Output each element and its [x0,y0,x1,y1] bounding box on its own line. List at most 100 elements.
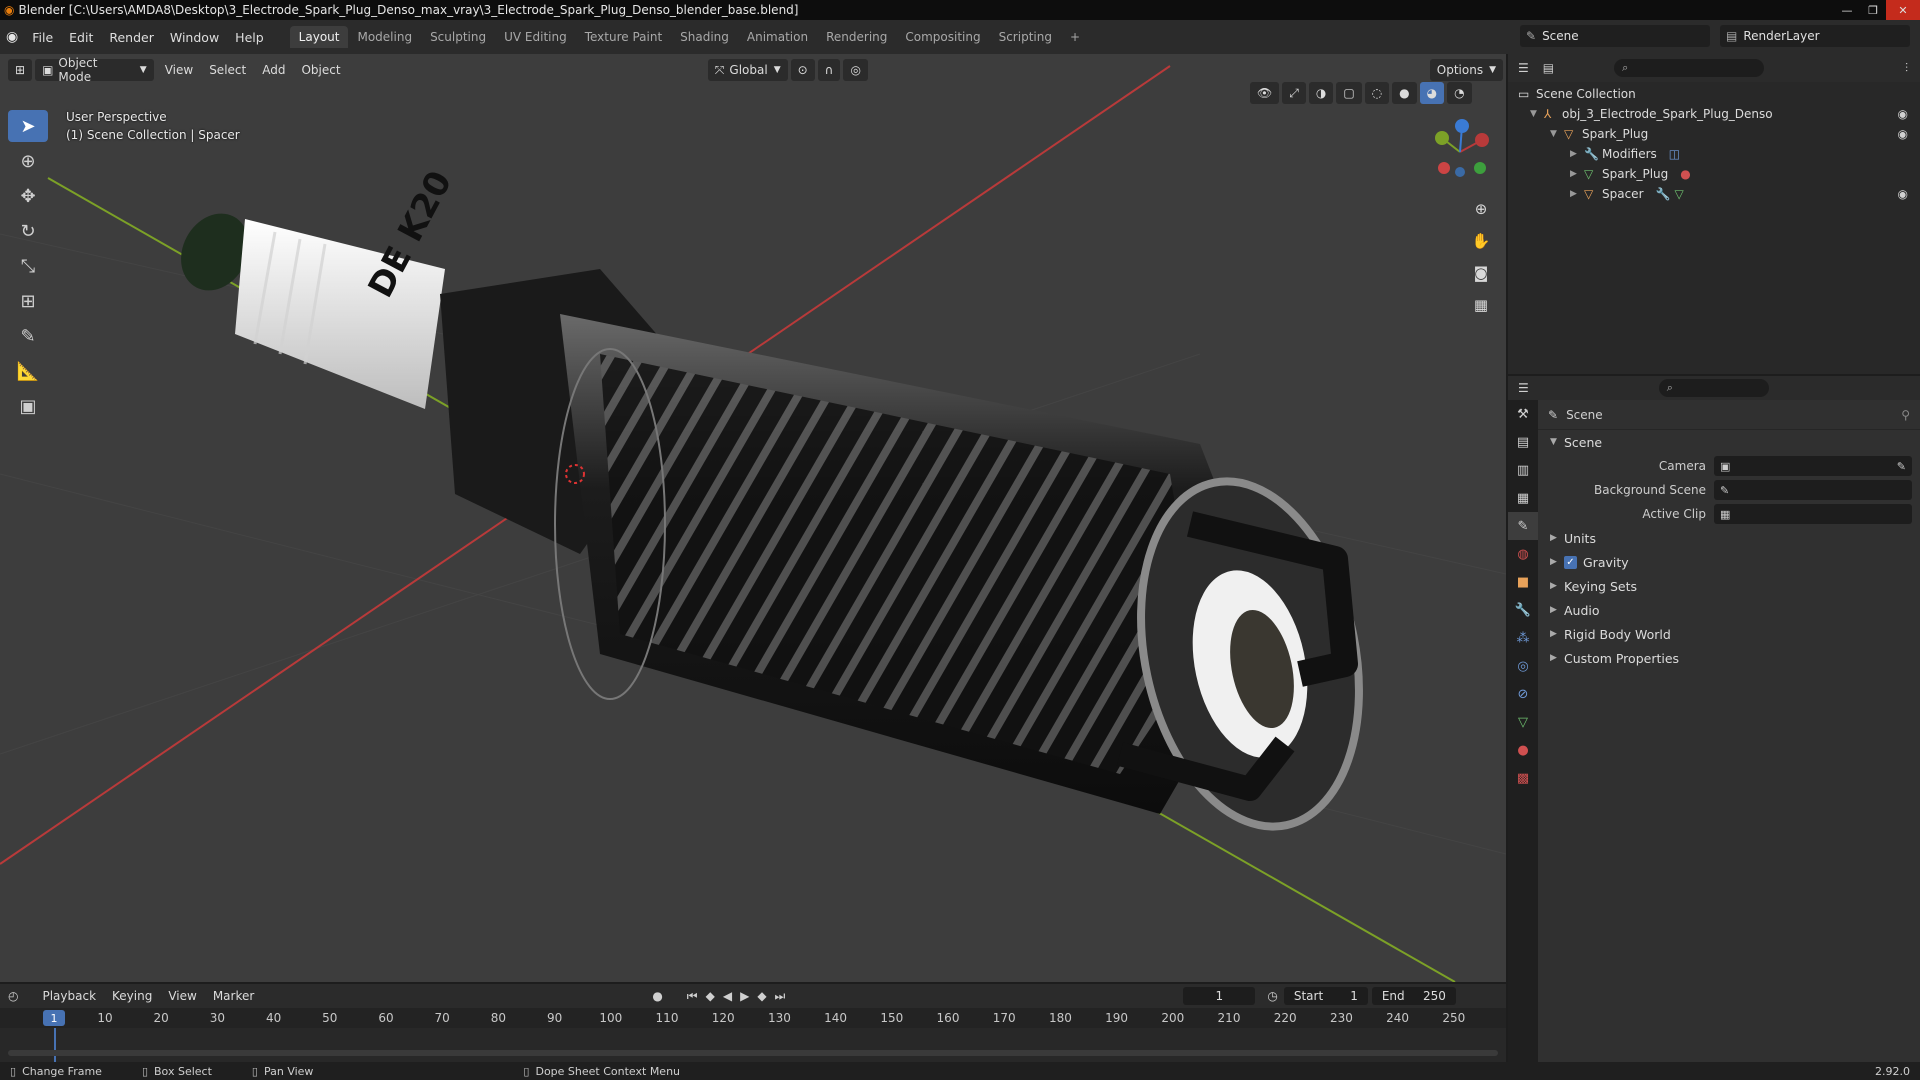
tab-physics[interactable]: ◎ [1508,652,1538,680]
panel-custom-properties[interactable]: ▶ Custom Properties [1538,646,1920,670]
tab-layout[interactable]: Layout [289,26,349,48]
tab-rendering[interactable]: Rendering [817,26,896,48]
collapse-icon[interactable]: ▶ [1570,169,1584,179]
timeline-menu-marker[interactable]: Marker [205,985,262,1007]
tab-render[interactable]: ▤ [1508,428,1538,456]
jump-start-icon[interactable]: ⏮ [687,989,698,1004]
3d-viewport[interactable]: DE K20 ⊞ ▣ Object Mode ▼ View Select Add… [0,54,1506,982]
viewport-menu-select[interactable]: Select [201,59,254,81]
menu-help[interactable]: Help [227,25,272,49]
z-axis-icon[interactable] [1455,119,1469,133]
panel-scene-header[interactable]: ▼ Scene [1538,430,1920,454]
end-frame-field[interactable]: End 250 [1371,987,1456,1005]
prev-keyframe-icon[interactable]: ◆ [706,989,715,1003]
tab-view-layer[interactable]: ▦ [1508,484,1538,512]
outliner-row-scene-collection[interactable]: ▭ Scene Collection [1508,84,1920,104]
record-icon[interactable]: ● [652,989,662,1003]
editor-type-button[interactable]: ⊞ [8,59,33,81]
panel-rigid-body-world[interactable]: ▶ Rigid Body World [1538,622,1920,646]
camera-view-button[interactable]: ◙ [1466,258,1496,288]
y-axis-icon[interactable] [1435,131,1449,145]
scene-selector[interactable]: ✎ Scene [1520,25,1710,47]
eye-icon[interactable]: ◉ [1898,107,1908,121]
shading-material-button[interactable]: ◕ [1419,82,1445,104]
timeline-menu-playback[interactable]: Playback [34,985,104,1007]
gizmo-toggle-button[interactable]: ⤢ [1282,82,1306,104]
clock-icon[interactable]: ◷ [1267,989,1277,1003]
tab-modeling[interactable]: Modeling [348,26,421,48]
outliner-row-spacer[interactable]: ▶ ▽ Spacer 🔧 ▽ ◉ [1508,184,1920,204]
measure-tool[interactable]: 📐 [8,355,48,387]
xray-toggle-button[interactable]: ▢ [1336,82,1362,104]
rotate-tool[interactable]: ↻ [8,215,48,247]
panel-units[interactable]: ▶ Units [1538,526,1920,550]
menu-edit[interactable]: Edit [61,25,101,49]
eye-icon[interactable]: ◉ [1898,187,1908,201]
outliner-row-spark-plug[interactable]: ▼ ▽ Spark_Plug ◉ [1508,124,1920,144]
select-box-tool[interactable]: ➤ [8,110,48,142]
tab-scene[interactable]: ✎ [1508,512,1538,540]
tab-world[interactable]: ◍ [1508,540,1538,568]
timeline-menu-view[interactable]: View [160,985,204,1007]
expand-icon[interactable]: ▼ [1530,109,1544,119]
gravity-checkbox[interactable]: ✓ [1564,555,1577,569]
tab-sculpting[interactable]: Sculpting [421,26,495,48]
add-workspace-icon[interactable]: + [1061,26,1089,48]
tab-scripting[interactable]: Scripting [990,26,1061,48]
zoom-button[interactable]: ⊕ [1466,194,1496,224]
timeline-scrollbar[interactable] [8,1050,1498,1056]
menu-window[interactable]: Window [162,25,227,49]
options-dropdown[interactable]: Options ▼ [1429,59,1504,81]
tab-animation[interactable]: Animation [738,26,817,48]
close-button[interactable]: ✕ [1886,0,1920,20]
tab-compositing[interactable]: Compositing [896,26,989,48]
background-scene-field[interactable]: ✎ [1714,480,1912,500]
transform-tool[interactable]: ⊞ [8,285,48,317]
tab-object[interactable]: ■ [1508,568,1538,596]
x-axis-icon[interactable] [1475,133,1489,147]
tab-data[interactable]: ▽ [1508,708,1538,736]
add-cube-tool[interactable]: ▣ [8,390,48,422]
menu-render[interactable]: Render [101,25,162,49]
menu-file[interactable]: File [24,25,61,49]
eyedropper-icon[interactable]: ✎ [1897,460,1906,473]
eye-icon[interactable]: ◉ [1898,127,1908,141]
next-keyframe-icon[interactable]: ◆ [757,989,766,1003]
pin-icon[interactable]: ⚲ [1901,408,1910,422]
properties-editor-icon[interactable]: ☰ [1518,381,1529,395]
viewport-menu-add[interactable]: Add [254,59,293,81]
viewport-menu-object[interactable]: Object [293,59,348,81]
panel-keying-sets[interactable]: ▶ Keying Sets [1538,574,1920,598]
outliner-editor-icon[interactable]: ☰ [1518,61,1529,75]
annotate-tool[interactable]: ✎ [8,320,48,352]
play-icon[interactable]: ▶ [740,989,749,1003]
timeline-menu-keying[interactable]: Keying [104,985,160,1007]
proportional-edit-button[interactable]: ◎ [843,59,868,81]
shading-solid-button[interactable]: ● [1392,82,1417,104]
current-frame-indicator[interactable]: 1 [43,1010,65,1026]
jump-end-icon[interactable]: ⏭ [775,989,786,1004]
tab-particles[interactable]: ⁂ [1508,624,1538,652]
tab-shading[interactable]: Shading [671,26,738,48]
snap-button[interactable]: ∩ [817,59,841,81]
timeline-ruler[interactable]: 1 10 20 30 40 50 60 70 80 90 100 110 120 130 140 150 16… [0,1008,1506,1028]
viewport-menu-view[interactable]: View [157,59,201,81]
navigation-gizmo[interactable] [1420,112,1500,192]
cursor-tool[interactable]: ⊕ [8,145,48,177]
expand-icon[interactable]: ▼ [1550,129,1564,139]
outliner-row-object[interactable]: ▼ ⅄ obj_3_Electrode_Spark_Plug_Denso ◉ [1508,104,1920,124]
minimize-button[interactable]: — [1834,0,1860,20]
visibility-button[interactable]: 👁 [1250,82,1280,104]
maximize-button[interactable]: ❐ [1860,0,1886,20]
shading-rendered-button[interactable]: ◔ [1447,82,1472,104]
tab-tool[interactable]: ⚒ [1508,400,1538,428]
scale-tool[interactable]: ⤡ [8,250,48,282]
start-frame-field[interactable]: Start 1 [1283,987,1368,1005]
active-clip-field[interactable]: ▦ [1714,504,1912,524]
panel-audio[interactable]: ▶ Audio [1538,598,1920,622]
pivot-point-button[interactable]: ⊙ [790,59,815,81]
move-tool[interactable]: ✥ [8,180,48,212]
collapse-icon[interactable]: ▶ [1570,189,1584,199]
display-mode-icon[interactable]: ▤ [1543,61,1554,75]
camera-field[interactable]: ▣ ✎ [1714,456,1912,476]
